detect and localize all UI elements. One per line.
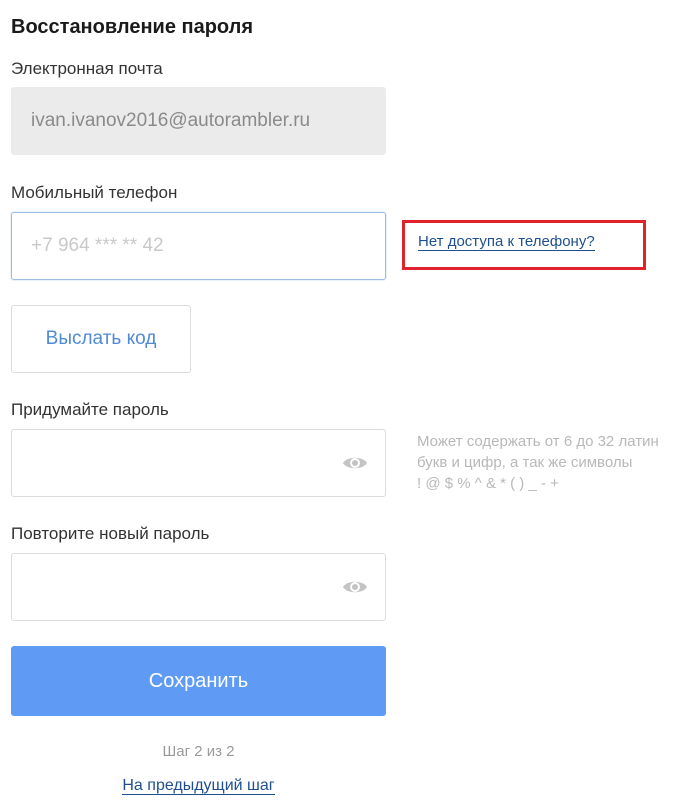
send-code-button[interactable]: Выслать код [11,305,191,373]
eye-icon[interactable] [342,578,368,596]
phone-placeholder: +7 964 *** ** 42 [31,235,164,256]
password-hint-line: ! @ $ % ^ & * ( ) _ - + [417,475,559,492]
prev-step-link[interactable]: На предыдущий шаг [122,777,275,795]
repeat-password-input[interactable] [11,553,386,621]
phone-label: Мобильный телефон [11,183,178,202]
new-password-input[interactable] [11,429,386,497]
repeat-password-label: Повторите новый пароль [11,524,210,543]
no-phone-access-link[interactable]: Нет доступа к телефону? [418,233,595,251]
password-hint-line: Может содержать от 6 до 32 латин [417,433,659,450]
phone-input[interactable]: +7 964 *** ** 42 [11,212,386,280]
email-value: ivan.ivanov2016@autorambler.ru [31,110,311,131]
eye-icon[interactable] [342,454,368,472]
no-phone-access-highlight: Нет доступа к телефону? [402,220,646,270]
prev-step-container: На предыдущий шаг [11,777,386,795]
page-title: Восстановление пароля [11,16,254,38]
email-field[interactable]: ivan.ivanov2016@autorambler.ru [11,87,386,155]
new-password-label: Придумайте пароль [11,400,169,419]
save-button[interactable]: Сохранить [11,646,386,716]
password-hint-line: букв и цифр, а так же символы [417,454,633,471]
password-hint: Может содержать от 6 до 32 латин букв и … [417,431,674,494]
step-indicator: Шаг 2 из 2 [162,743,235,760]
email-label: Электронная почта [11,59,163,78]
